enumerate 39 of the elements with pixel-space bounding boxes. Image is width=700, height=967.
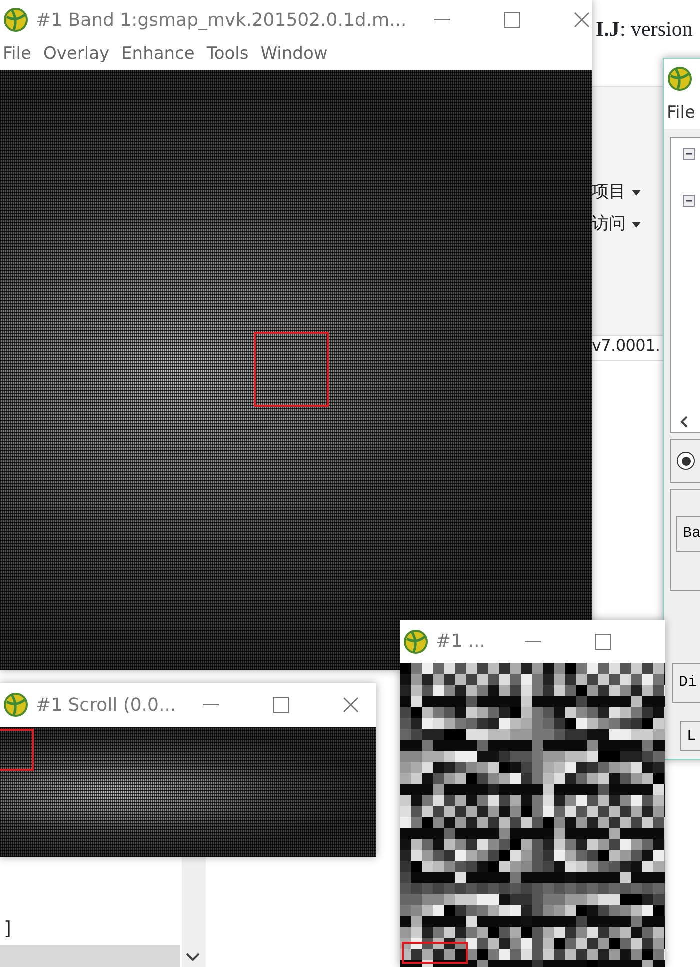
close-icon [574,12,590,28]
menu-item[interactable]: File [664,101,700,127]
zoom-box-marker [402,942,468,964]
bracket-text: ] [4,917,12,942]
layer-button[interactable]: Di [672,663,700,703]
scroll-down-icon[interactable] [186,952,200,962]
globe-icon [4,693,28,717]
collapse-icon[interactable] [683,195,695,207]
minimize-icon [203,704,220,706]
globe-icon [4,8,28,32]
file-name-text: v7.0001. [592,335,660,357]
page-heading: I.J: version [596,16,693,43]
menu-item[interactable]: File [0,42,40,68]
collapse-icon[interactable] [683,148,695,160]
layer-button[interactable]: L [680,721,700,751]
maximize-icon [504,12,520,28]
caret-icon [632,222,641,228]
ribbon-dropdown[interactable]: 访问 [592,212,641,238]
window-title: #1 ... [436,630,486,654]
ribbon-dropdown[interactable]: 项目 [592,180,641,206]
caret-icon [632,190,641,196]
menu-item[interactable]: Enhance [118,42,204,68]
maximize-icon [595,634,611,650]
maximize-icon [273,697,290,713]
minimize-icon [434,19,450,21]
scroll-region-marker [0,729,34,771]
globe-icon [404,630,428,654]
radio-button[interactable] [677,452,695,470]
menu-item[interactable]: Overlay [40,42,119,68]
window-title: #1 Scroll (0.0... [36,694,176,718]
scroll-left-icon[interactable] [679,415,689,429]
window-title: #1 Band 1:gsmap_mvk.201502.0.1d.m... [36,8,407,32]
globe-icon [668,67,692,91]
horizontal-scrollbar[interactable] [0,945,180,967]
close-icon [343,697,360,713]
menu-item[interactable]: Tools [204,42,258,68]
menu-item[interactable]: Window [258,42,337,68]
minimize-icon [525,640,541,642]
vertical-scrollbar[interactable] [182,857,206,967]
